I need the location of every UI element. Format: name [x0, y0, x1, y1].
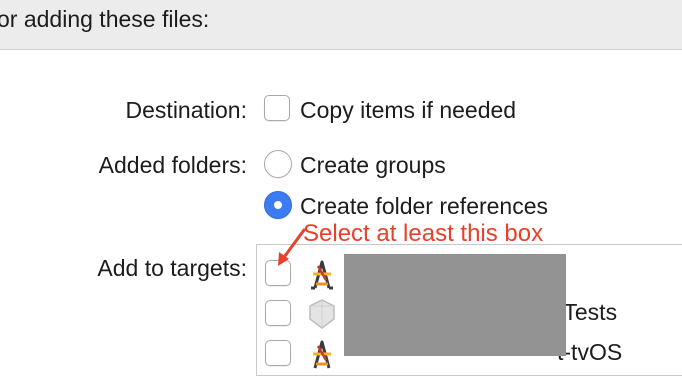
redaction-block [344, 254, 566, 356]
sheet-header: or adding these files: [0, 0, 682, 50]
annotation-text: Select at least this box [303, 220, 544, 247]
added-folders-label: Added folders: [98, 152, 247, 178]
target-checkbox[interactable] [265, 300, 291, 326]
copy-items-checkbox[interactable] [264, 95, 290, 121]
add-to-targets-label: Add to targets: [97, 255, 247, 281]
copy-items-label[interactable]: Copy items if needed [300, 97, 516, 123]
radio-dot [274, 201, 282, 209]
create-groups-label[interactable]: Create groups [300, 152, 446, 178]
destination-label: Destination: [125, 97, 247, 123]
create-groups-radio[interactable] [264, 150, 292, 178]
create-folder-references-label[interactable]: Create folder references [300, 193, 548, 219]
create-folder-references-radio[interactable] [264, 191, 292, 219]
target-name: tTests [557, 299, 618, 325]
red-arrow-icon [278, 228, 306, 266]
target-name: t-tvOS [557, 339, 623, 365]
target-checkbox[interactable] [265, 340, 291, 366]
header-instruction: or adding these files: [0, 6, 210, 32]
app-target-icon [313, 340, 331, 369]
test-bundle-icon [309, 299, 335, 329]
